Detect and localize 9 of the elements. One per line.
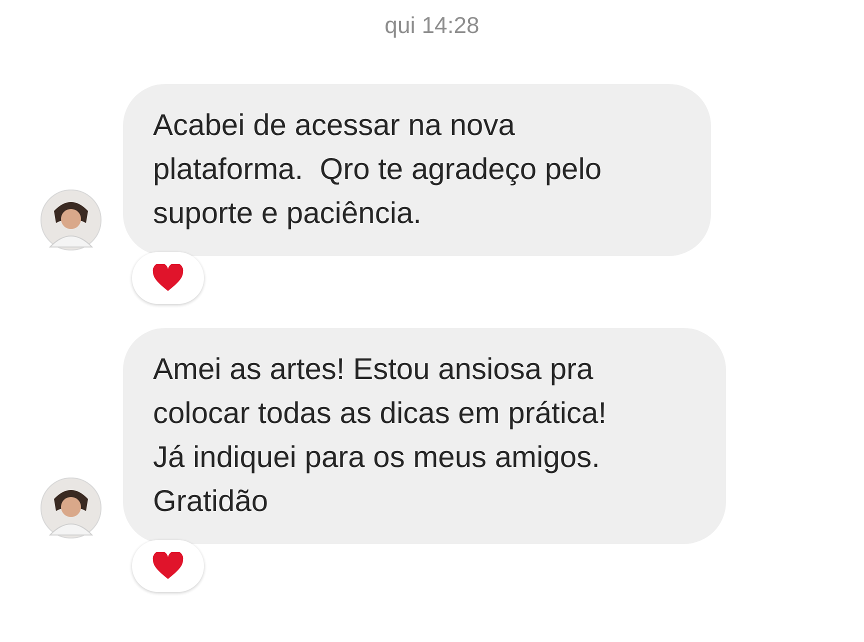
reaction-pill[interactable] <box>132 540 204 592</box>
message-bubble: Amei as artes! Estou ansiosa pra colocar todas as dicas em prática! Já indiquei para os meus amigos. Gratidão <box>123 328 726 544</box>
message-bubble: Acabei de acessar na nova plataforma. Qro te agradeço pelo suporte e paciência. <box>123 84 711 256</box>
heart-icon <box>152 552 184 580</box>
heart-icon <box>152 264 184 292</box>
timestamp: qui 14:28 <box>384 10 480 40</box>
avatar <box>40 477 102 539</box>
avatar <box>40 189 102 251</box>
reaction-pill[interactable] <box>132 252 204 304</box>
